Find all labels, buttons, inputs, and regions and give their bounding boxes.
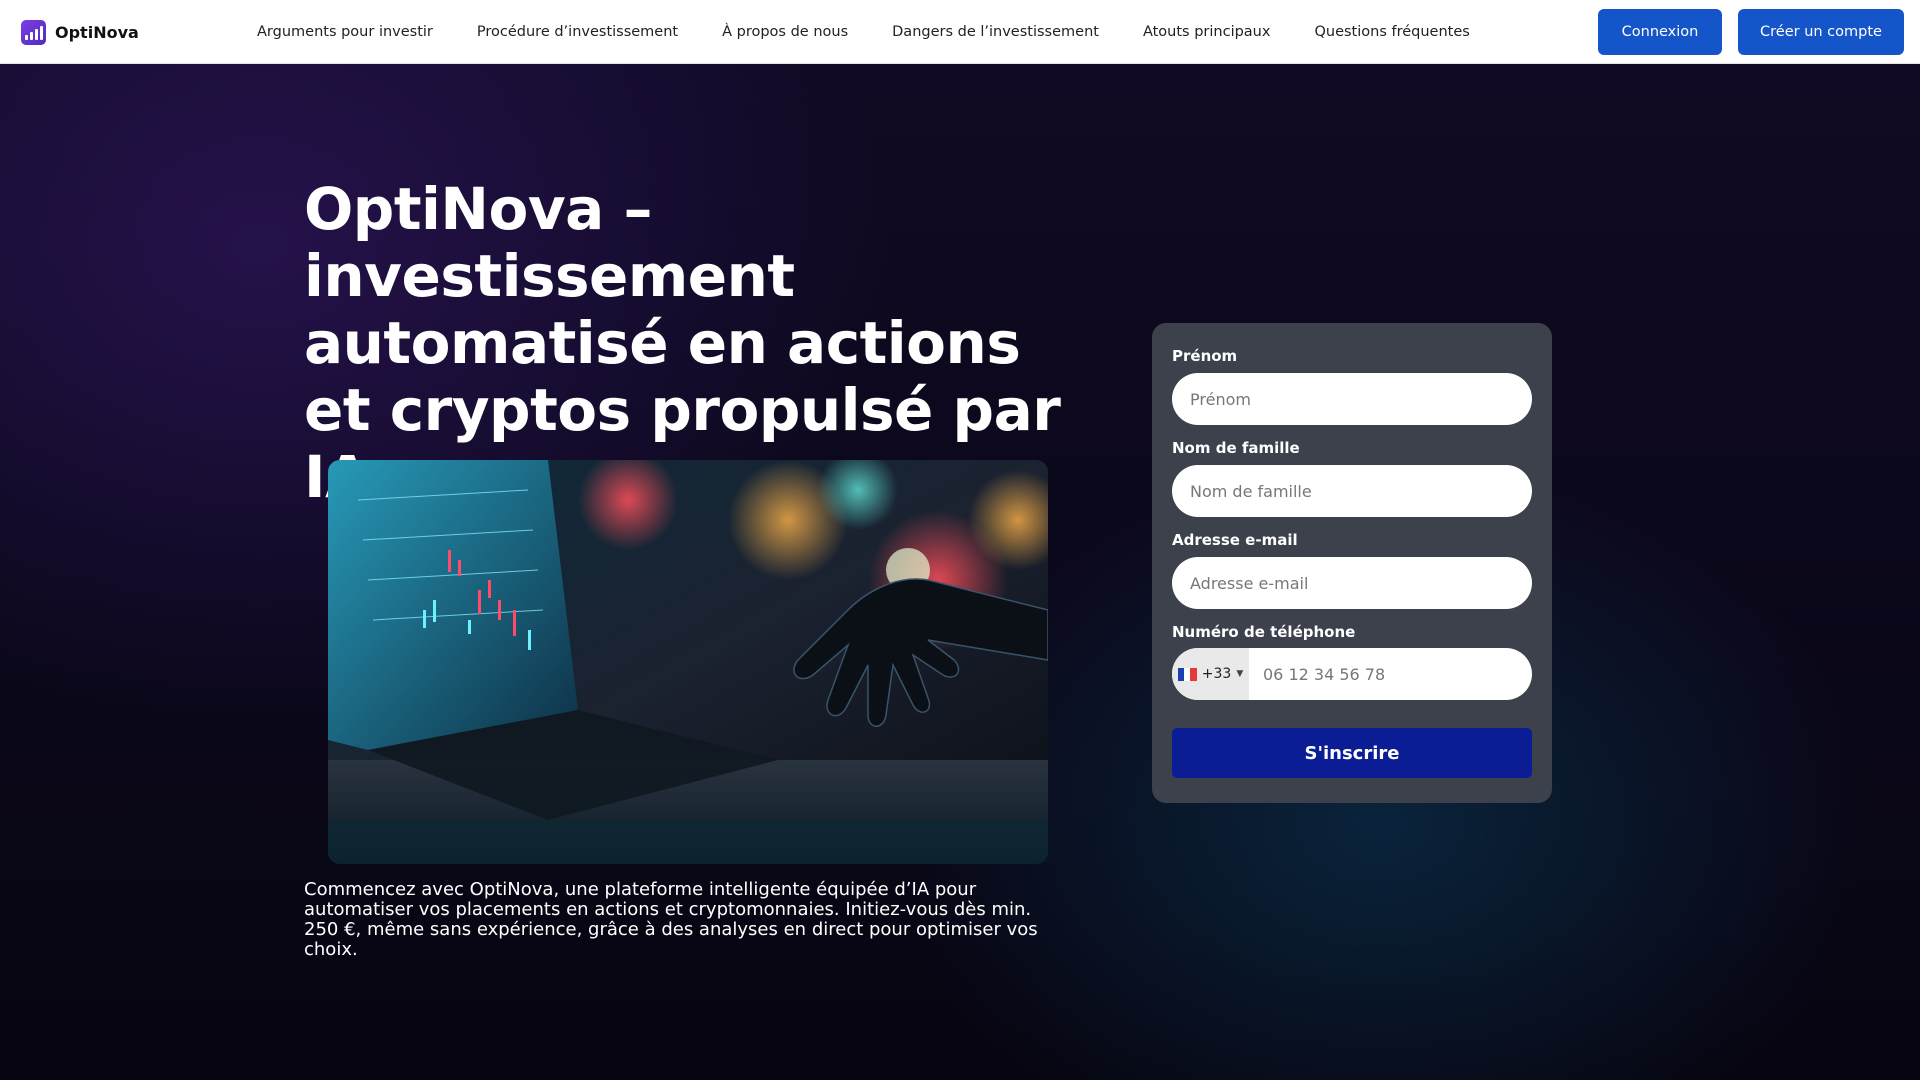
phone-number-field[interactable] [1249,648,1532,700]
top-navigation-bar: OptiNova Arguments pour investir Procédu… [0,0,1920,64]
create-account-button[interactable]: Créer un compte [1738,9,1904,55]
hero-description: Commencez avec OptiNova, une plateforme … [304,879,1038,960]
registration-form: Prénom Nom de famille Adresse e-mail Num… [1152,323,1552,803]
hero-section: OptiNova – investissement automatisé en … [0,64,1920,1080]
france-flag-icon [1177,667,1197,681]
email-label: Adresse e-mail [1172,531,1298,549]
phone-field-group: +33 ▼ [1172,648,1532,700]
register-submit-button[interactable]: S'inscrire [1172,728,1532,778]
brand-logo[interactable]: OptiNova [21,19,139,45]
nav-link-arguments[interactable]: Arguments pour investir [257,24,433,40]
bar-chart-logo-icon [21,19,46,45]
last-name-label: Nom de famille [1172,439,1300,457]
country-code-selector[interactable]: +33 ▼ [1172,648,1249,700]
first-name-label: Prénom [1172,347,1238,365]
nav-link-dangers[interactable]: Dangers de l’investissement [892,24,1099,40]
nav-link-procedure[interactable]: Procédure d’investissement [477,24,678,40]
phone-label: Numéro de téléphone [1172,623,1356,641]
main-nav: Arguments pour investir Procédure d’inve… [257,0,1514,64]
country-code: +33 [1201,666,1232,682]
email-field[interactable] [1172,557,1532,609]
nav-link-key-features[interactable]: Atouts principaux [1143,24,1271,40]
nav-link-about[interactable]: À propos de nous [722,24,848,40]
ai-robot-hand-trading-laptop-image [328,460,1048,864]
login-button[interactable]: Connexion [1598,9,1722,55]
first-name-field[interactable] [1172,373,1532,425]
brand-name: OptiNova [55,22,139,42]
nav-link-faq[interactable]: Questions fréquentes [1314,24,1469,40]
caret-down-icon: ▼ [1236,669,1244,679]
last-name-field[interactable] [1172,465,1532,517]
